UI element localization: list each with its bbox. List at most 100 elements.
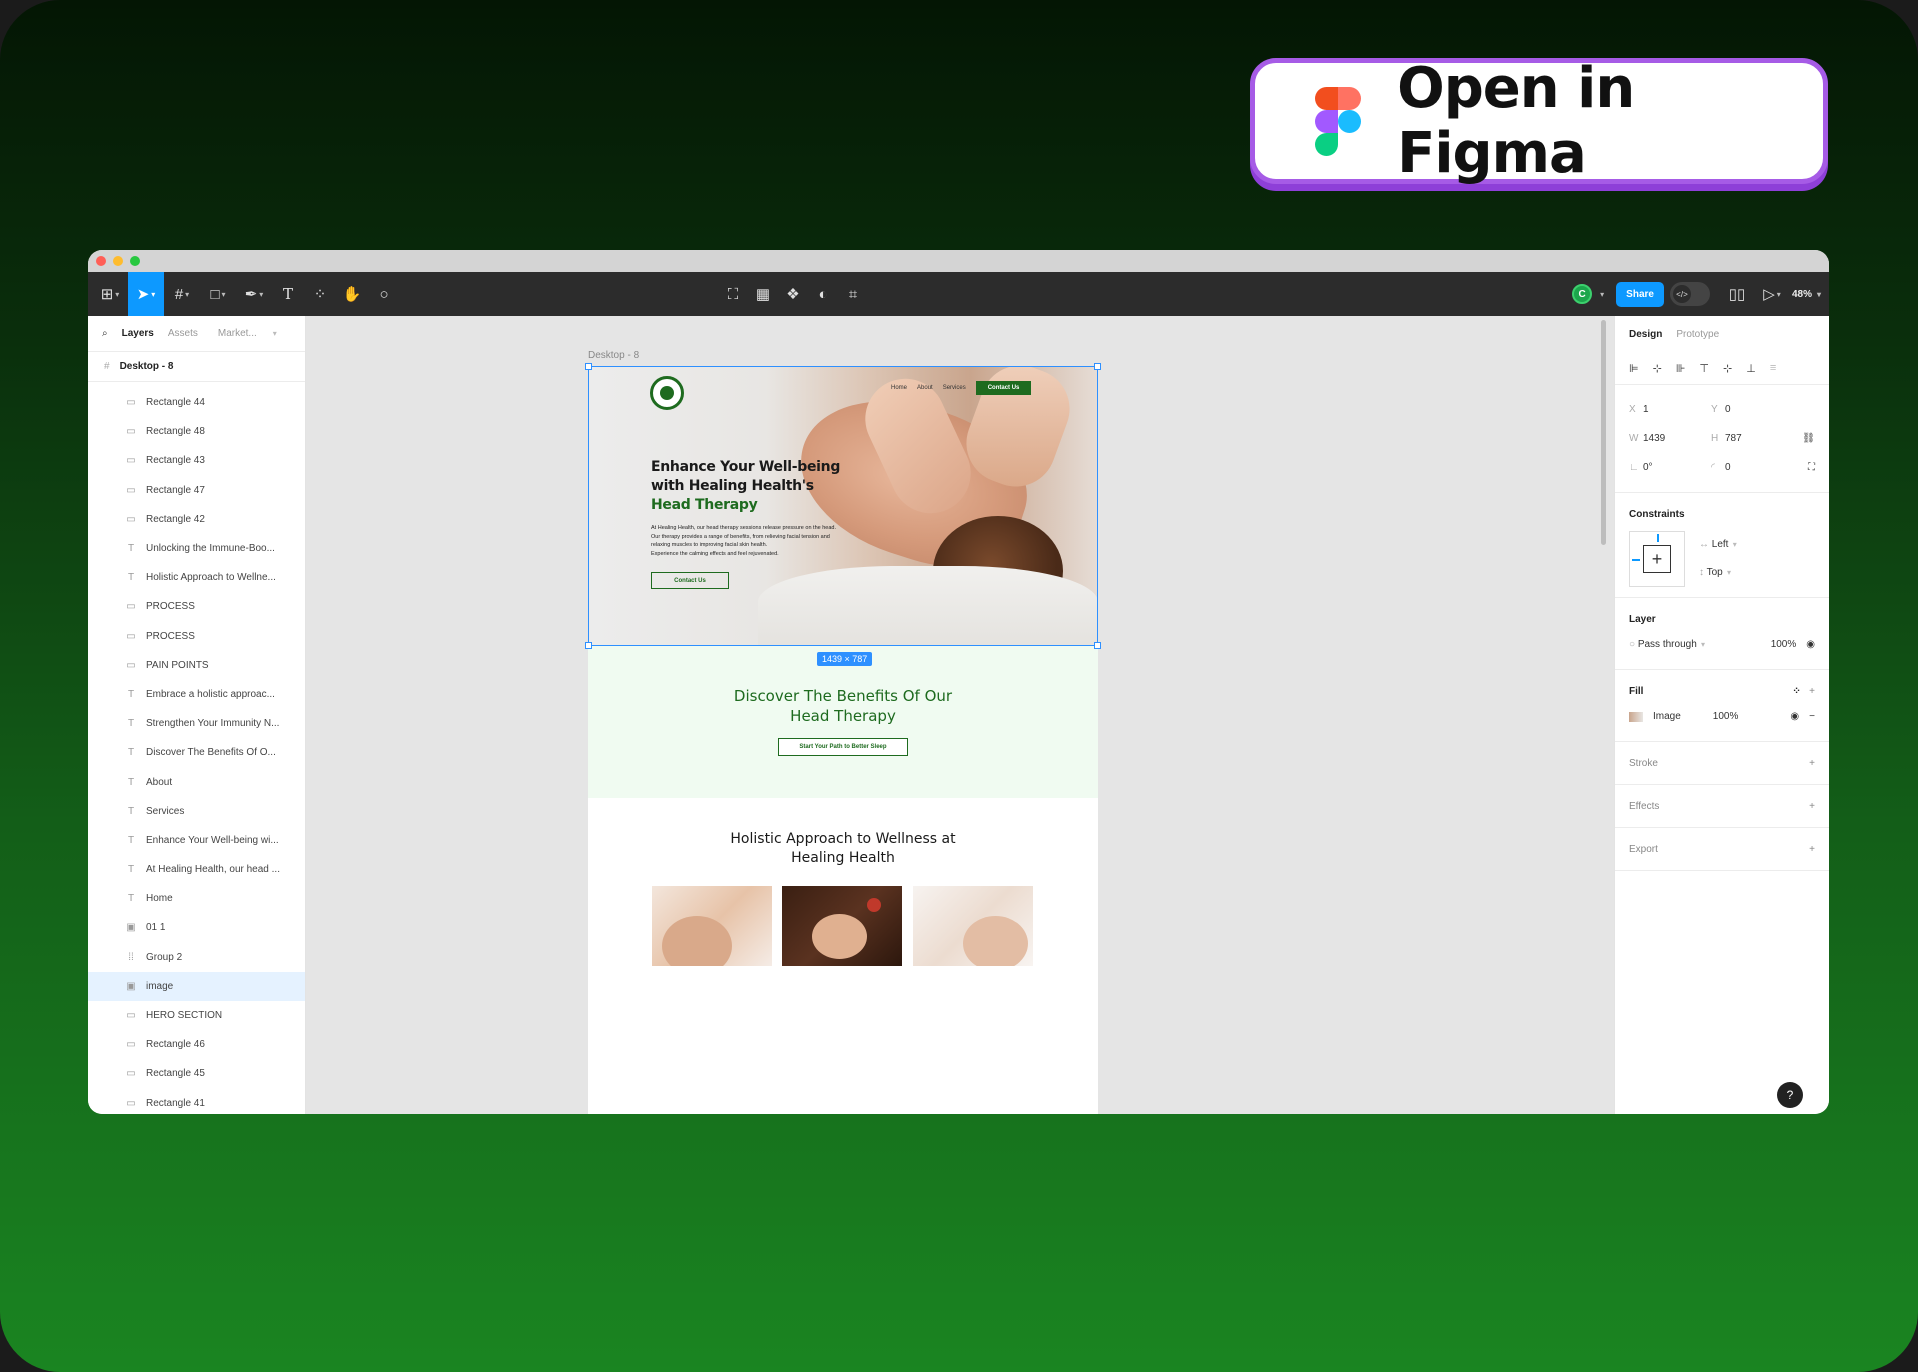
remove-fill-icon[interactable]: − xyxy=(1809,711,1815,722)
width-field[interactable]: W 1439 xyxy=(1629,433,1701,444)
vertical-scrollbar[interactable] xyxy=(1601,320,1606,545)
align-middle-v-icon[interactable]: ⊹ xyxy=(1723,362,1732,375)
layer-row[interactable]: T Discover The Benefits Of O... xyxy=(88,738,305,767)
layer-row[interactable]: ▭ Rectangle 46 xyxy=(88,1030,305,1059)
constrain-proportions-icon[interactable]: ⛓ xyxy=(1802,433,1815,444)
layout-grid-button[interactable]: ▦ xyxy=(748,272,778,316)
move-tool-button[interactable]: ➤ ▾ xyxy=(128,272,164,316)
canvas[interactable]: Desktop - 8 Home About Services Contact … xyxy=(306,316,1614,1114)
layer-row[interactable]: ▭ PROCESS xyxy=(88,592,305,621)
layer-row[interactable]: ▣ 01 1 xyxy=(88,913,305,942)
layer-row[interactable]: ▭ Rectangle 44 xyxy=(88,388,305,417)
dev-mode-toggle[interactable]: </> xyxy=(1669,282,1710,306)
service-image[interactable] xyxy=(652,886,772,966)
tab-marketplace[interactable]: Market... xyxy=(218,328,257,339)
align-center-h-icon[interactable]: ⊹ xyxy=(1653,362,1662,375)
add-export-icon[interactable]: + xyxy=(1809,844,1815,855)
layer-row[interactable]: ▭ Rectangle 43 xyxy=(88,446,305,475)
add-effect-icon[interactable]: + xyxy=(1809,801,1815,812)
library-button[interactable]: ▯▯ xyxy=(1722,272,1752,316)
layer-row[interactable]: T About xyxy=(88,767,305,796)
layer-opacity-input[interactable]: 100% xyxy=(1771,639,1797,650)
rotation-field[interactable]: ∟ 0° xyxy=(1629,462,1701,473)
layer-row[interactable]: ▭ PROCESS xyxy=(88,622,305,651)
image-swatch-icon[interactable] xyxy=(1629,711,1643,722)
open-in-figma-button[interactable]: Open in Figma xyxy=(1250,56,1828,186)
resize-frame-button[interactable]: ⛶ xyxy=(718,272,748,316)
nav-about-link[interactable]: About xyxy=(917,385,933,391)
tab-prototype[interactable]: Prototype xyxy=(1676,329,1719,340)
frame-tool-button[interactable]: # ▾ xyxy=(164,272,200,316)
service-image[interactable] xyxy=(913,886,1033,966)
chevron-down-icon[interactable]: ▾ xyxy=(1600,290,1604,299)
fill-opacity-input[interactable]: 100% xyxy=(1713,711,1739,722)
user-avatar[interactable]: C xyxy=(1572,284,1593,304)
benefits-cta-button[interactable]: Start Your Path to Better Sleep xyxy=(778,738,908,756)
align-left-icon[interactable]: ⊫ xyxy=(1629,362,1639,375)
chevron-down-icon[interactable]: ▾ xyxy=(273,329,277,338)
close-window-button[interactable] xyxy=(96,256,106,266)
share-button[interactable]: Share xyxy=(1616,281,1664,307)
desktop-frame[interactable]: Home About Services Contact Us Enhance Y… xyxy=(588,366,1098,1114)
frame-label[interactable]: Desktop - 8 xyxy=(588,350,639,361)
constraints-widget[interactable]: + xyxy=(1629,531,1685,587)
minimize-window-button[interactable] xyxy=(113,256,123,266)
comment-tool-button[interactable]: ○ xyxy=(368,272,400,316)
crop-button[interactable]: ⌗ xyxy=(838,272,868,316)
hero-logo[interactable] xyxy=(650,376,684,410)
resources-button[interactable]: ⁘ xyxy=(304,272,336,316)
distribute-icon[interactable]: ≡ xyxy=(1770,362,1776,374)
independent-corners-icon[interactable]: ⛶ xyxy=(1808,462,1815,473)
x-field[interactable]: X1 xyxy=(1629,404,1701,415)
create-component-button[interactable]: ❖ xyxy=(778,272,808,316)
blend-mode-select[interactable]: ○ Pass through ▾ xyxy=(1629,639,1705,650)
pen-tool-button[interactable]: ✒ ▾ xyxy=(236,272,272,316)
tab-design[interactable]: Design xyxy=(1629,329,1662,340)
layer-row[interactable]: T Enhance Your Well-being wi... xyxy=(88,826,305,855)
layer-row[interactable]: T Services xyxy=(88,797,305,826)
eye-icon[interactable]: ◉ xyxy=(1806,639,1815,650)
layer-row[interactable]: T Holistic Approach to Wellne... xyxy=(88,563,305,592)
nav-home-link[interactable]: Home xyxy=(891,385,907,391)
layer-row[interactable]: T At Healing Health, our head ... xyxy=(88,855,305,884)
service-image[interactable] xyxy=(782,886,902,966)
nav-contact-button[interactable]: Contact Us xyxy=(975,381,1032,395)
layer-row[interactable]: ▭ Rectangle 42 xyxy=(88,505,305,534)
align-bottom-icon[interactable]: ⊥ xyxy=(1746,362,1756,375)
radius-field[interactable]: ◜ 0 xyxy=(1711,462,1731,473)
help-button[interactable]: ? xyxy=(1777,1082,1803,1108)
layer-row[interactable]: ▣ image xyxy=(88,971,305,1001)
eye-icon[interactable]: ◉ xyxy=(1790,711,1799,722)
layer-row[interactable]: T Strengthen Your Immunity N... xyxy=(88,709,305,738)
fill-type[interactable]: Image xyxy=(1653,711,1681,722)
mask-button[interactable]: ◐ xyxy=(808,272,838,316)
hero-contact-button[interactable]: Contact Us xyxy=(651,572,729,589)
nav-services-link[interactable]: Services xyxy=(943,385,966,391)
layer-row[interactable]: T Unlocking the Immune-Boo... xyxy=(88,534,305,563)
layer-row[interactable]: ⁞⁞ Group 2 xyxy=(88,943,305,972)
maximize-window-button[interactable] xyxy=(130,256,140,266)
benefits-section[interactable]: Discover The Benefits Of Our Head Therap… xyxy=(588,646,1098,798)
shape-tool-button[interactable]: □ ▾ xyxy=(200,272,236,316)
height-field[interactable]: H 787 xyxy=(1711,433,1742,444)
zoom-dropdown[interactable]: 48% ▾ xyxy=(1792,289,1821,300)
layer-row[interactable]: T Embrace a holistic approac... xyxy=(88,680,305,709)
align-right-icon[interactable]: ⊪ xyxy=(1676,362,1686,375)
styles-icon[interactable]: ⁘ xyxy=(1792,686,1800,697)
horizontal-constraint-select[interactable]: ↔ Left ▾ xyxy=(1699,531,1737,559)
frame-layer[interactable]: # Desktop - 8 xyxy=(88,352,305,382)
layer-row[interactable]: T Home xyxy=(88,884,305,913)
present-button[interactable]: ▷ ▾ xyxy=(1758,272,1786,316)
text-tool-button[interactable]: T xyxy=(272,272,304,316)
align-top-icon[interactable]: ⊤ xyxy=(1699,362,1709,375)
tab-layers[interactable]: Layers xyxy=(122,328,154,339)
layer-row[interactable]: ▭ Rectangle 45 xyxy=(88,1059,305,1088)
hero-section[interactable]: Home About Services Contact Us Enhance Y… xyxy=(588,366,1098,646)
y-field[interactable]: Y0 xyxy=(1711,404,1731,415)
layer-row[interactable]: ▭ PAIN POINTS xyxy=(88,651,305,680)
layer-row[interactable]: ▭ HERO SECTION xyxy=(88,1001,305,1030)
layer-row[interactable]: ▭ Rectangle 41 xyxy=(88,1089,305,1115)
add-fill-icon[interactable]: + xyxy=(1809,686,1815,697)
search-icon[interactable]: ⌕ xyxy=(102,328,108,339)
layer-row[interactable]: ▭ Rectangle 48 xyxy=(88,417,305,446)
